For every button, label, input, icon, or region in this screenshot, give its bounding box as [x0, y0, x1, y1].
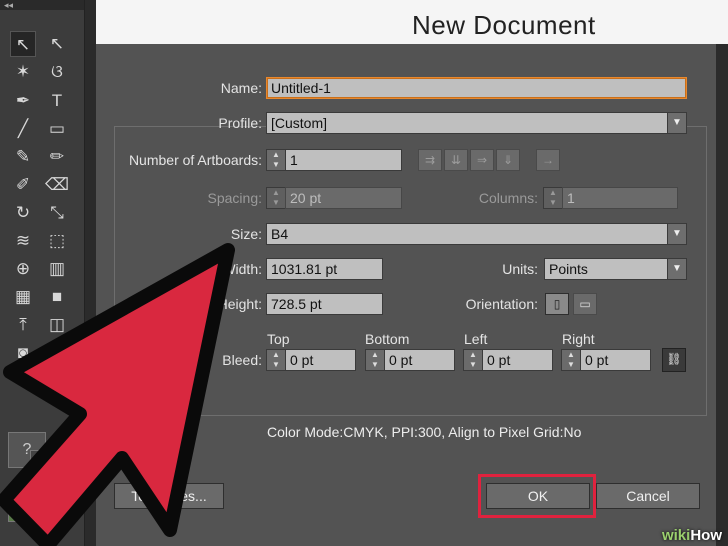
columns-input[interactable]: 1 — [562, 187, 678, 209]
units-value: Points — [549, 261, 588, 277]
draw-behind-icon[interactable] — [36, 500, 62, 522]
bleed-label: Bleed: — [222, 352, 262, 368]
rotate-tool-icon[interactable]: ↻ — [10, 200, 36, 226]
arrange-by-column-icon[interactable]: ⇓ — [496, 149, 520, 171]
size-value: B4 — [271, 226, 289, 242]
dialog-title: New Document — [412, 10, 596, 40]
panel-collapse-icon[interactable]: ◂◂ — [0, 0, 84, 10]
height-label: Height: — [217, 296, 262, 312]
size-dropdown[interactable]: B4 ▼ — [266, 223, 687, 245]
mesh-tool-icon[interactable]: ▦ — [10, 284, 36, 310]
chevron-down-icon: ▼ — [667, 113, 686, 133]
free-transform-tool-icon[interactable]: ⬚ — [44, 228, 70, 254]
artboards-label: Number of Artboards: — [128, 152, 262, 168]
bleed-left-input[interactable]: 0 pt — [482, 349, 553, 371]
columns-label: Columns: — [478, 190, 538, 206]
arrange-by-row-icon[interactable]: ⇒ — [470, 149, 494, 171]
landscape-orientation-icon[interactable]: ▭ — [573, 293, 597, 315]
columns-stepper[interactable]: ▲ ▼ — [543, 187, 563, 209]
bleed-right-label: Right — [562, 331, 595, 347]
portrait-orientation-icon[interactable]: ▯ — [545, 293, 569, 315]
shape-builder-tool-icon[interactable]: ⊕ — [10, 256, 36, 282]
height-input[interactable]: 728.5 pt — [266, 293, 383, 315]
spacing-input[interactable]: 20 pt — [285, 187, 402, 209]
size-label: Size: — [230, 226, 262, 242]
bleed-left-label: Left — [464, 331, 488, 347]
direct-selection-tool-icon[interactable]: ↖ — [44, 31, 70, 57]
bleed-top-input[interactable]: 0 pt — [285, 349, 356, 371]
lasso-tool-icon[interactable]: ଓ — [44, 59, 70, 85]
artboards-stepper[interactable]: ▲ ▼ — [266, 149, 286, 171]
profile-label: Profile: — [218, 115, 262, 131]
rectangle-tool-icon[interactable]: ▭ — [44, 116, 70, 142]
paintbrush-tool-icon[interactable]: ✎ — [10, 144, 36, 170]
color-mode-info: Color Mode:CMYK, PPI:300, Align to Pixel… — [267, 424, 582, 440]
eyedropper-tool-icon[interactable]: ⤒ — [10, 312, 36, 338]
type-tool-icon[interactable]: T — [44, 88, 70, 114]
pencil-tool-icon[interactable]: ✏ — [44, 144, 70, 170]
name-label: Name: — [220, 80, 262, 96]
blend-tool-icon[interactable]: ◫ — [44, 312, 70, 338]
units-label: Units: — [502, 261, 538, 277]
stroke-swatch[interactable] — [30, 450, 54, 474]
wikihow-watermark: wikiHow — [661, 527, 722, 544]
bleed-left-stepper[interactable]: ▲ ▼ — [463, 349, 483, 371]
ok-highlight-box — [478, 474, 596, 518]
eraser-tool-icon[interactable]: ⌫ — [44, 172, 70, 198]
link-icon[interactable]: ⛓ — [662, 348, 686, 372]
magic-wand-tool-icon[interactable]: ✶ — [10, 59, 36, 85]
name-input[interactable]: Untitled-1 — [266, 77, 687, 99]
scale-tool-icon[interactable]: ⤡ — [44, 200, 70, 226]
graph-tool-icon[interactable]: ▮ — [44, 340, 70, 366]
grid-by-column-icon[interactable]: ⇊ — [444, 149, 468, 171]
cancel-button[interactable]: Cancel — [596, 483, 700, 509]
grid-by-row-icon[interactable]: ⇉ — [418, 149, 442, 171]
bleed-right-input[interactable]: 0 pt — [580, 349, 651, 371]
profile-dropdown[interactable]: [Custom] ▼ — [266, 112, 687, 134]
blob-brush-tool-icon[interactable]: ✐ — [10, 172, 36, 198]
gradient-tool-icon[interactable]: ■ — [44, 284, 70, 310]
artboard-tool-icon[interactable]: ⌗ — [10, 368, 36, 394]
perspective-grid-tool-icon[interactable]: ▥ — [44, 256, 70, 282]
bleed-top-label: Top — [267, 331, 290, 347]
bleed-top-stepper[interactable]: ▲ ▼ — [266, 349, 286, 371]
spacing-stepper[interactable]: ▲ ▼ — [266, 187, 286, 209]
units-dropdown[interactable]: Points ▼ — [544, 258, 687, 280]
width-input[interactable]: 1031.81 pt — [266, 258, 383, 280]
orientation-label: Orientation: — [465, 296, 538, 312]
selection-tool-icon[interactable]: ↖ — [10, 31, 36, 57]
symbol-sprayer-tool-icon[interactable]: ◙ — [10, 340, 36, 366]
artboards-input[interactable]: 1 — [285, 149, 402, 171]
bleed-bottom-input[interactable]: 0 pt — [384, 349, 455, 371]
dialog-title-bar: New Document — [96, 0, 728, 44]
change-to-rtl-icon[interactable]: → — [536, 149, 560, 171]
chevron-down-icon: ▼ — [667, 224, 686, 244]
line-tool-icon[interactable]: ╱ — [10, 116, 36, 142]
chevron-down-icon: ▼ — [667, 259, 686, 279]
width-label: Width: — [222, 261, 262, 277]
bleed-bottom-stepper[interactable]: ▲ ▼ — [365, 349, 385, 371]
bleed-bottom-label: Bottom — [365, 331, 410, 347]
templates-button[interactable]: Templates... — [114, 483, 224, 509]
pen-tool-icon[interactable]: ✒ — [10, 88, 36, 114]
bleed-right-stepper[interactable]: ▲ ▼ — [561, 349, 581, 371]
tools-panel: ◂◂ ↖ ↖ ✶ ଓ ✒ T ╱ ▭ ✎ ✏ ✐ ⌫ ↻ ⤡ ≋ ⬚ ⊕ ▥ ▦… — [0, 0, 85, 546]
profile-value: [Custom] — [271, 115, 328, 131]
spacing-label: Spacing: — [207, 190, 262, 206]
draw-normal-icon[interactable] — [8, 500, 34, 522]
warp-tool-icon[interactable]: ≋ — [10, 228, 36, 254]
